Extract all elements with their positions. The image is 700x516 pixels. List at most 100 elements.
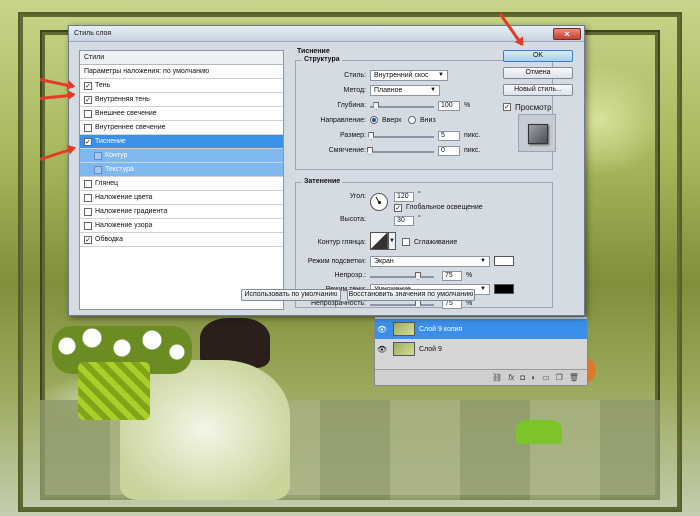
style-item-inner-glow[interactable]: Внутреннее свечение [80, 121, 283, 135]
soften-input[interactable]: 0 [438, 146, 460, 156]
eye-icon[interactable]: 👁 [375, 325, 389, 334]
angle-dial[interactable] [370, 193, 388, 211]
style-item-drop-shadow[interactable]: ✓ Тень [80, 79, 283, 93]
eye-icon[interactable]: 👁 [375, 345, 389, 354]
highlight-opacity-label: Непрозр.: [334, 272, 366, 279]
style-select-value: Внутренний скос [374, 72, 429, 79]
style-item-label: Наложение узора [95, 222, 153, 229]
style-item-outer-glow[interactable]: Внешнее свечение [80, 107, 283, 121]
trash-icon[interactable]: 🗑 [569, 373, 579, 382]
cancel-button[interactable]: Отмена [503, 67, 573, 79]
shadow-opacity-label: Непрозрачность: [311, 300, 366, 307]
new-style-button[interactable]: Новый стиль... [503, 84, 573, 96]
style-item-color-overlay[interactable]: Наложение цвета [80, 191, 283, 205]
reset-default-button[interactable]: Восстановить значения по умолчанию [347, 289, 475, 301]
outer-glow-checkbox[interactable] [84, 109, 92, 118]
style-item-contour[interactable]: Контур [80, 149, 283, 163]
soften-label: Смягчение: [328, 147, 366, 154]
layer-row[interactable]: 👁 Слой 9 копия [375, 319, 587, 339]
make-default-button[interactable]: Использовать по умолчанию [241, 289, 341, 301]
style-item-gradient-overlay[interactable]: Наложение градиента [80, 205, 283, 219]
gradient-overlay-checkbox[interactable] [84, 207, 92, 216]
style-item-texture[interactable]: Текстура [80, 163, 283, 177]
depth-slider[interactable] [370, 102, 434, 110]
style-preview [518, 114, 556, 152]
close-button[interactable]: × [553, 28, 581, 40]
gloss-contour-label: Контур глянца: [317, 239, 366, 246]
direction-up-label: Вверх [382, 117, 402, 124]
highlight-opacity-input[interactable]: 75 [442, 271, 462, 281]
shadow-opacity-thumb[interactable] [415, 300, 421, 308]
highlight-opacity-slider[interactable] [370, 272, 434, 280]
ok-button[interactable]: OK [503, 50, 573, 62]
chevron-down-icon: ▼ [480, 258, 486, 264]
fx-icon[interactable]: fx [508, 373, 514, 382]
shadow-color-swatch[interactable] [494, 284, 514, 294]
angle-label: Угол: [349, 193, 366, 200]
shadow-opacity-slider[interactable] [370, 300, 434, 308]
technique-select[interactable]: Плавное ▼ [370, 85, 440, 96]
chevron-down-icon: ▼ [430, 87, 436, 93]
pattern-overlay-checkbox[interactable] [84, 221, 92, 230]
layers-panel: 👁 Слой 9 копия 👁 Слой 9 ⛓ fx ◘ ◐ ▭ ❐ 🗑 [374, 316, 588, 386]
style-item-inner-shadow[interactable]: ✓ Внутренняя тень [80, 93, 283, 107]
artwork-basket [78, 362, 150, 420]
angle-input[interactable]: 120 [394, 192, 414, 202]
soften-unit: пикс. [464, 147, 481, 154]
chevron-down-icon[interactable]: ▼ [388, 232, 396, 250]
style-item-satin[interactable]: Глянец [80, 177, 283, 191]
highlight-opacity-thumb[interactable] [415, 272, 421, 280]
link-icon[interactable]: ⛓ [492, 373, 502, 382]
mask-icon[interactable]: ◘ [520, 373, 525, 382]
color-overlay-checkbox[interactable] [84, 193, 92, 202]
stroke-checkbox[interactable]: ✓ [84, 235, 92, 244]
highlight-mode-label: Режим подсветки: [307, 258, 366, 265]
new-layer-icon[interactable]: ❐ [556, 373, 563, 382]
style-item-stroke[interactable]: ✓ Обводка [80, 233, 283, 247]
drop-shadow-checkbox[interactable]: ✓ [84, 81, 92, 90]
style-select[interactable]: Внутренний скос ▼ [370, 70, 448, 81]
folder-icon[interactable]: ▭ [542, 373, 550, 382]
size-slider[interactable] [368, 132, 434, 140]
style-item-pattern-overlay[interactable]: Наложение узора [80, 219, 283, 233]
style-item-label: Тиснение [95, 138, 126, 145]
shadow-opacity-unit: % [466, 300, 473, 307]
chevron-down-icon: ▼ [438, 72, 444, 78]
preview-checkbox[interactable]: ✓ [503, 103, 511, 111]
highlight-color-swatch[interactable] [494, 256, 514, 266]
highlight-mode-select[interactable]: Экран ▼ [370, 256, 490, 267]
depth-slider-thumb[interactable] [373, 102, 380, 110]
texture-checkbox[interactable] [94, 165, 102, 174]
bevel-emboss-checkbox[interactable]: ✓ [84, 137, 92, 146]
layer-name: Слой 9 [419, 345, 442, 353]
depth-unit: % [464, 102, 471, 109]
blending-options-item[interactable]: Параметры наложения: по умолчанию [80, 65, 283, 79]
soften-slider-thumb[interactable] [367, 147, 373, 155]
soften-slider[interactable] [367, 147, 434, 155]
dialog-titlebar[interactable]: Стиль слоя × [69, 26, 584, 42]
inner-glow-checkbox[interactable] [84, 123, 92, 132]
style-item-bevel-emboss[interactable]: ✓ Тиснение [80, 135, 283, 149]
global-light-checkbox[interactable]: ✓ [394, 204, 402, 212]
gloss-contour-preview[interactable] [370, 232, 388, 250]
angle-dial-center [378, 201, 381, 204]
style-item-label: Текстура [105, 166, 134, 173]
adjustment-icon[interactable]: ◐ [531, 373, 536, 382]
style-item-label: Внешнее свечение [95, 110, 157, 117]
direction-up-radio[interactable] [370, 116, 378, 124]
contour-checkbox[interactable] [94, 151, 102, 160]
layer-toolbar: ⛓ fx ◘ ◐ ▭ ❐ 🗑 [375, 369, 587, 385]
satin-checkbox[interactable] [84, 179, 92, 188]
antialias-checkbox[interactable] [402, 238, 410, 246]
depth-input[interactable]: 100 [438, 101, 460, 111]
inner-shadow-checkbox[interactable]: ✓ [84, 95, 92, 104]
size-input[interactable]: 5 [438, 131, 460, 141]
depth-label: Глубина: [337, 102, 366, 109]
direction-down-radio[interactable] [408, 116, 416, 124]
styles-header[interactable]: Стили [80, 51, 283, 65]
layer-row[interactable]: 👁 Слой 9 [375, 339, 587, 359]
style-item-label: Внутренняя тень [95, 96, 150, 103]
shading-label: Затенение [302, 178, 343, 185]
size-slider-thumb[interactable] [368, 132, 375, 140]
altitude-input[interactable]: 30 [394, 216, 414, 226]
